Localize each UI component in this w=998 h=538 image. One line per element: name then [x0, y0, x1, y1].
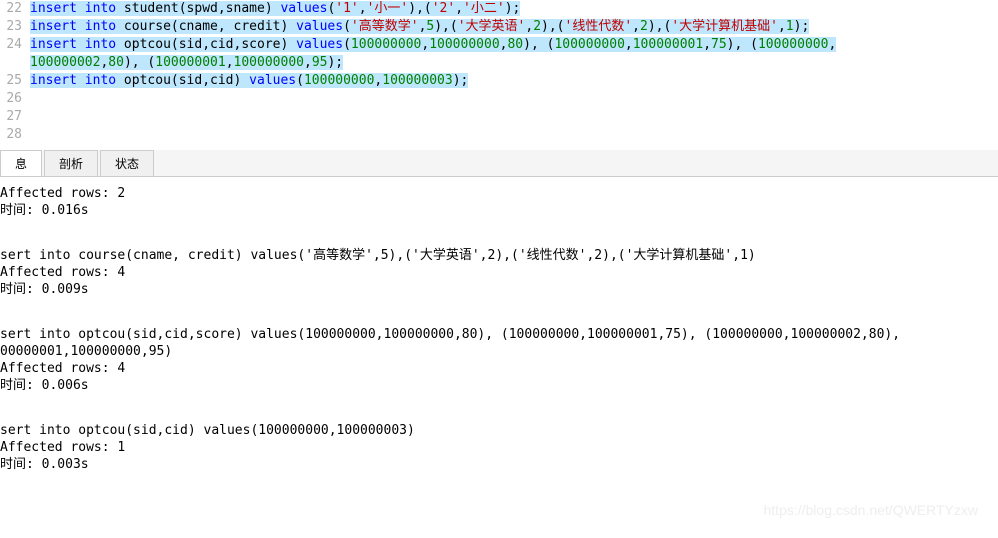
- results-panel: Affected rows: 2 时间: 0.016s sert into co…: [0, 177, 998, 473]
- editor-line[interactable]: 25insert into optcou(sid,cid) values(100…: [0, 72, 998, 90]
- code-content[interactable]: insert into optcou(sid,cid) values(10000…: [30, 72, 468, 90]
- result-block: sert into optcou(sid,cid) values(1000000…: [0, 422, 998, 473]
- sql-editor[interactable]: 22insert into student(spwd,sname) values…: [0, 0, 998, 144]
- affected-rows: Affected rows: 4: [0, 264, 998, 281]
- result-block: sert into course(cname, credit) values('…: [0, 247, 998, 298]
- query-echo-cont: 00000001,100000000,95): [0, 343, 998, 360]
- line-number: 27: [0, 108, 30, 126]
- editor-line[interactable]: 27: [0, 108, 998, 126]
- affected-rows: Affected rows: 2: [0, 185, 998, 202]
- editor-line[interactable]: 24insert into optcou(sid,cid,score) valu…: [0, 36, 998, 54]
- code-content[interactable]: insert into optcou(sid,cid,score) values…: [30, 36, 836, 54]
- editor-line[interactable]: 23insert into course(cname, credit) valu…: [0, 18, 998, 36]
- editor-line[interactable]: 26: [0, 90, 998, 108]
- editor-line[interactable]: 28: [0, 126, 998, 144]
- watermark: https://blog.csdn.net/QWERTYzxw: [764, 502, 979, 518]
- editor-line[interactable]: 22insert into student(spwd,sname) values…: [0, 0, 998, 18]
- tab-info[interactable]: 息: [0, 150, 42, 176]
- code-content[interactable]: 100000002,80), (100000001,100000000,95);: [30, 54, 343, 72]
- query-echo: sert into optcou(sid,cid,score) values(1…: [0, 326, 998, 343]
- line-number: 22: [0, 0, 30, 18]
- code-content[interactable]: insert into course(cname, credit) values…: [30, 18, 809, 36]
- exec-time: 时间: 0.003s: [0, 456, 998, 473]
- line-number: 28: [0, 126, 30, 144]
- exec-time: 时间: 0.006s: [0, 377, 998, 394]
- result-block: Affected rows: 2 时间: 0.016s: [0, 185, 998, 219]
- affected-rows: Affected rows: 1: [0, 439, 998, 456]
- affected-rows: Affected rows: 4: [0, 360, 998, 377]
- code-content[interactable]: insert into student(spwd,sname) values('…: [30, 0, 520, 18]
- line-number: [0, 54, 30, 72]
- result-block: sert into optcou(sid,cid,score) values(1…: [0, 326, 998, 394]
- exec-time: 时间: 0.009s: [0, 281, 998, 298]
- result-tabs: 息 剖析 状态: [0, 150, 998, 177]
- line-number: 26: [0, 90, 30, 108]
- query-echo: sert into optcou(sid,cid) values(1000000…: [0, 422, 998, 439]
- tab-profile[interactable]: 剖析: [44, 150, 98, 176]
- line-number: 24: [0, 36, 30, 54]
- query-echo: sert into course(cname, credit) values('…: [0, 247, 998, 264]
- line-number: 23: [0, 18, 30, 36]
- tab-status[interactable]: 状态: [100, 150, 154, 176]
- line-number: 25: [0, 72, 30, 90]
- exec-time: 时间: 0.016s: [0, 202, 998, 219]
- editor-line[interactable]: 100000002,80), (100000001,100000000,95);: [0, 54, 998, 72]
